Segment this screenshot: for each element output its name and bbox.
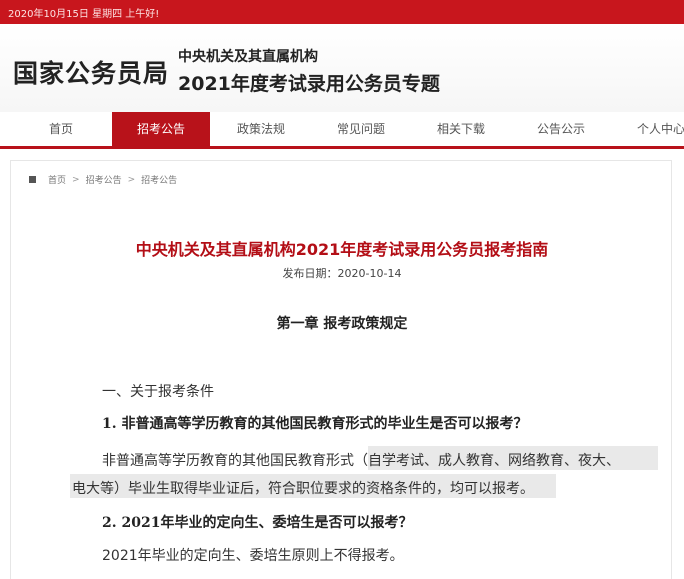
nav-divider bbox=[0, 146, 684, 149]
header-subtitle-line1: 中央机关及其直属机构 bbox=[178, 49, 318, 65]
chapter-heading: 第一章 报考政策规定 bbox=[276, 316, 408, 332]
breadcrumb: 首页 > 招考公告 > 招考公告 bbox=[10, 160, 672, 195]
header-subtitle-line2: 2021年度考试录用公务员专题 bbox=[178, 73, 440, 95]
top-bar: 2020年10月15日 星期四 上午好! bbox=[0, 0, 684, 24]
home-icon bbox=[29, 176, 36, 183]
answer-1-line-2: 电大等）毕业生取得毕业证后，符合职位要求的资格条件的，均可以报考。 bbox=[72, 481, 534, 497]
answer-2: 2021年毕业的定向生、委培生原则上不得报考。 bbox=[102, 548, 404, 564]
breadcrumb-separator: > bbox=[72, 174, 80, 185]
publish-date: 发布日期：2020-10-14 bbox=[282, 267, 402, 280]
nav-item-downloads[interactable]: 相关下载 bbox=[412, 112, 510, 148]
section-heading: 一、关于报考条件 bbox=[102, 384, 214, 400]
question-2: 2. 2021年毕业的定向生、委培生是否可以报考？ bbox=[102, 515, 413, 531]
main-nav: 首页 招考公告 政策法规 常见问题 相关下载 公告公示 个人中心 bbox=[0, 112, 684, 148]
breadcrumb-recruitment[interactable]: 招考公告 bbox=[86, 173, 122, 186]
date-greeting: 2020年10月15日 星期四 上午好! bbox=[8, 9, 160, 20]
nav-item-home[interactable]: 首页 bbox=[12, 112, 110, 148]
question-1: 1. 非普通高等学历教育的其他国民教育形式的毕业生是否可以报考？ bbox=[102, 416, 528, 432]
breadcrumb-home[interactable]: 首页 bbox=[48, 173, 66, 186]
nav-item-recruitment-notice[interactable]: 招考公告 bbox=[112, 112, 210, 148]
site-header: 国家公务员局 中央机关及其直属机构 2021年度考试录用公务员专题 bbox=[0, 24, 684, 112]
nav-item-announcements[interactable]: 公告公示 bbox=[512, 112, 610, 148]
nav-item-faq[interactable]: 常见问题 bbox=[312, 112, 410, 148]
breadcrumb-current[interactable]: 招考公告 bbox=[141, 173, 177, 186]
site-logo[interactable]: 国家公务员局 bbox=[13, 54, 169, 90]
nav-item-policies[interactable]: 政策法规 bbox=[212, 112, 310, 148]
answer-1-line-1: 非普通高等学历教育的其他国民教育形式（自学考试、成人教育、网络教育、夜大、 bbox=[102, 453, 620, 469]
nav-item-personal-center[interactable]: 个人中心 bbox=[612, 112, 684, 148]
article-title: 中央机关及其直属机构2021年度考试录用公务员报考指南 bbox=[135, 240, 549, 259]
breadcrumb-separator: > bbox=[127, 174, 136, 185]
